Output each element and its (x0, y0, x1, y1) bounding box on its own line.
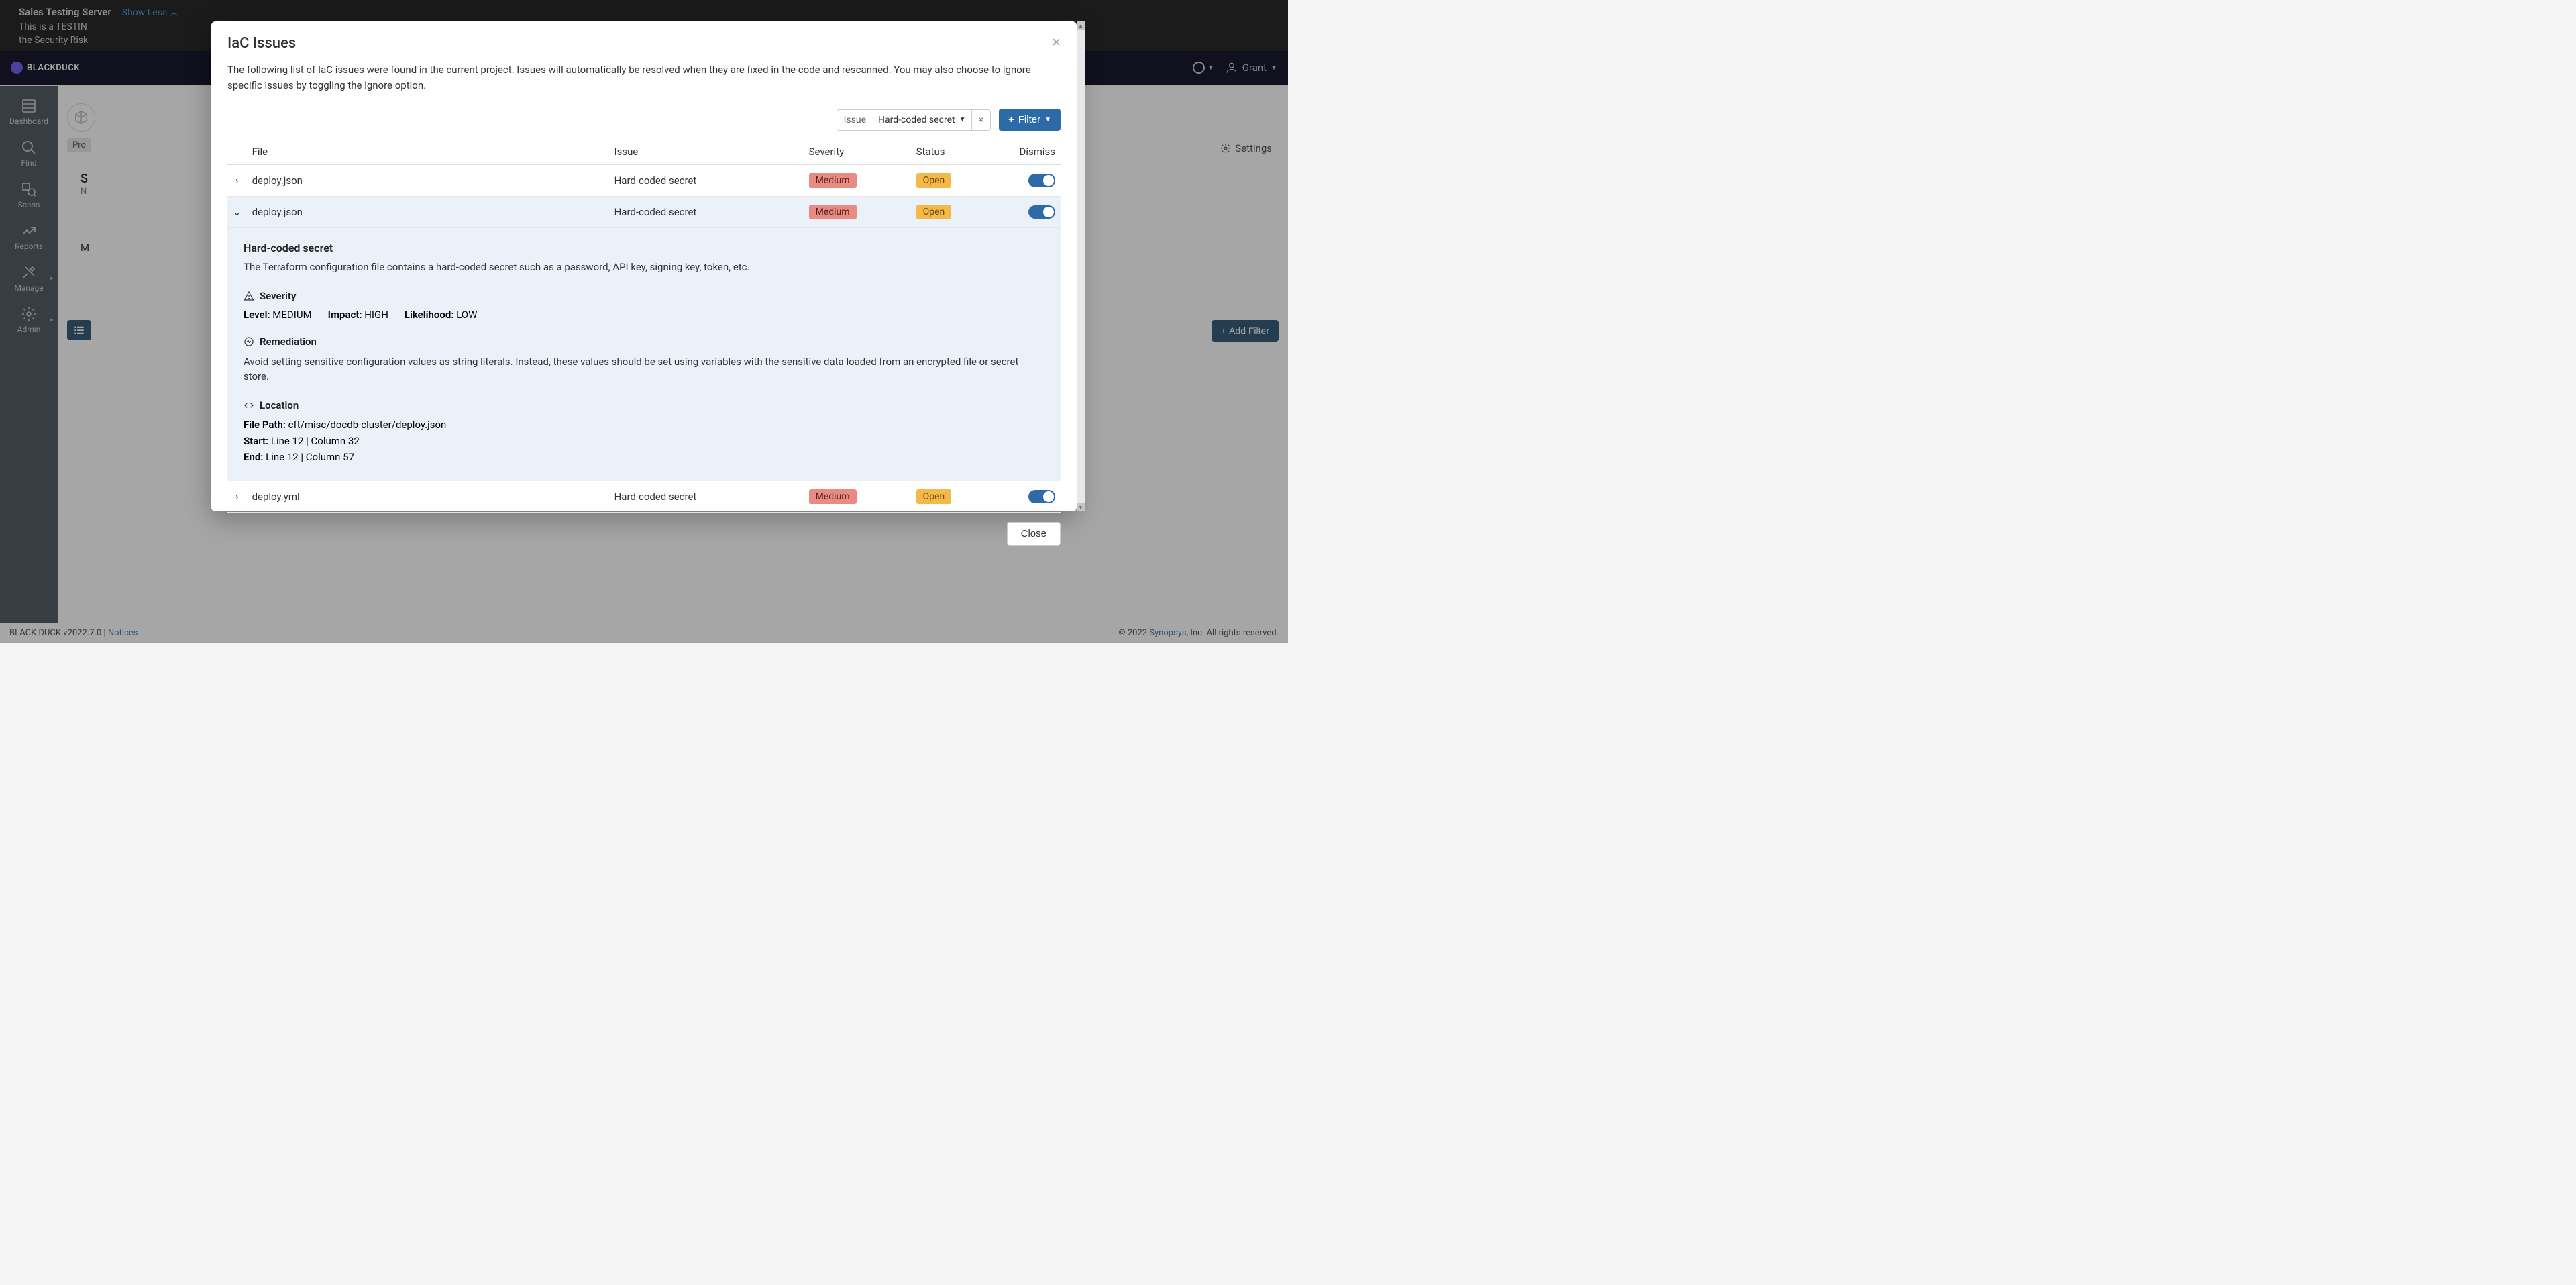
expand-toggle[interactable]: › (227, 165, 247, 197)
detail-title: Hard-coded secret (244, 242, 1044, 254)
status-badge: Open (916, 489, 952, 504)
cell-file: deploy.json (247, 165, 609, 197)
cell-severity: Medium (804, 197, 911, 228)
remediation-heading: Remediation (244, 336, 1044, 348)
location-details: File Path: cft/misc/docdb-cluster/deploy… (244, 417, 1044, 465)
cell-issue: Hard-coded secret (609, 165, 804, 197)
cell-status: Open (911, 481, 998, 513)
col-dismiss: Dismiss (998, 139, 1061, 165)
table-header-row: File Issue Severity Status Dismiss (227, 139, 1061, 165)
table-row: › deploy.json Hard-coded secret Medium O… (227, 165, 1061, 197)
filter-button[interactable]: + Filter ▼ (999, 109, 1061, 131)
severity-badge: Medium (809, 205, 857, 219)
cell-issue: Hard-coded secret (609, 197, 804, 228)
code-icon (244, 400, 254, 411)
issue-detail-panel: Hard-coded secret The Terraform configur… (227, 228, 1061, 481)
cell-dismiss (998, 197, 1061, 228)
severity-badge: Medium (809, 489, 857, 504)
severity-metrics: Level: MEDIUM Impact: HIGH Likelihood: L… (244, 309, 1044, 321)
filter-chip-remove[interactable]: × (971, 110, 990, 130)
cell-file: deploy.yml (247, 481, 609, 513)
cell-status: Open (911, 197, 998, 228)
table-row: › deploy.yml Hard-coded secret Medium Op… (227, 481, 1061, 513)
scroll-down-arrow-icon[interactable]: ▼ (1077, 503, 1085, 511)
filter-row: Issue Hard-coded secret ▼ × + Filter ▼ (211, 109, 1077, 139)
modal-description: The following list of IaC issues were fo… (211, 52, 1077, 109)
modal-close-button[interactable]: × (1052, 35, 1061, 50)
expand-toggle[interactable]: ⌄ (227, 197, 247, 228)
dismiss-toggle[interactable] (1028, 205, 1055, 219)
chevron-down-icon: ⌄ (233, 206, 241, 218)
close-icon: × (979, 115, 983, 125)
severity-heading: Severity (244, 290, 1044, 302)
cell-dismiss (998, 481, 1061, 513)
caret-down-icon: ▼ (1044, 116, 1051, 123)
modal-overlay: ▲ ▼ IaC Issues × The following list of I… (0, 0, 1288, 643)
col-status: Status (911, 139, 998, 165)
col-issue: Issue (609, 139, 804, 165)
status-badge: Open (916, 173, 952, 188)
caret-down-icon: ▼ (959, 116, 966, 123)
status-badge: Open (916, 205, 952, 219)
close-icon: × (1052, 34, 1061, 50)
location-heading: Location (244, 399, 1044, 411)
modal-footer: Close (211, 513, 1077, 555)
cell-issue: Hard-coded secret (609, 481, 804, 513)
cell-dismiss (998, 165, 1061, 197)
filter-chip-label: Issue (837, 110, 873, 130)
issues-table: File Issue Severity Status Dismiss › dep… (227, 139, 1061, 513)
col-file: File (247, 139, 609, 165)
remediation-icon (244, 336, 254, 347)
modal-title: IaC Issues (227, 35, 296, 52)
cell-file: deploy.json (247, 197, 609, 228)
warning-icon (244, 291, 254, 301)
expand-toggle[interactable]: › (227, 481, 247, 513)
cell-severity: Medium (804, 481, 911, 513)
scroll-up-arrow-icon[interactable]: ▲ (1077, 21, 1085, 30)
col-severity: Severity (804, 139, 911, 165)
chevron-right-icon: › (235, 491, 239, 503)
close-button[interactable]: Close (1007, 522, 1061, 546)
dismiss-toggle[interactable] (1028, 490, 1055, 503)
cell-severity: Medium (804, 165, 911, 197)
filter-chip-issue: Issue Hard-coded secret ▼ × (837, 109, 991, 131)
severity-badge: Medium (809, 173, 857, 188)
chevron-right-icon: › (235, 174, 239, 187)
plus-icon: + (1008, 114, 1014, 125)
modal-scrollbar[interactable]: ▲ ▼ (1077, 21, 1085, 511)
table-row: ⌄ deploy.json Hard-coded secret Medium O… (227, 197, 1061, 228)
iac-issues-modal: ▲ ▼ IaC Issues × The following list of I… (211, 21, 1077, 511)
filter-chip-value-dropdown[interactable]: Hard-coded secret ▼ (873, 110, 971, 130)
filter-button-label: Filter (1018, 114, 1040, 125)
remediation-text: Avoid setting sensitive configuration va… (244, 354, 1044, 384)
cell-status: Open (911, 165, 998, 197)
detail-text: The Terraform configuration file contain… (244, 260, 1044, 275)
dismiss-toggle[interactable] (1028, 174, 1055, 187)
